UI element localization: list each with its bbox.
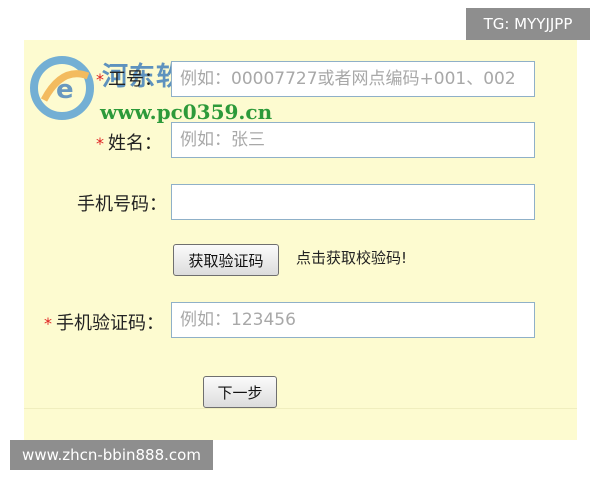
- required-mark: *: [44, 314, 52, 333]
- get-code-hint: 点击获取校验码!: [296, 249, 408, 267]
- phone-label: 手机号码：: [77, 194, 167, 215]
- employee-id-input[interactable]: 例如：00007727或者网点编码+001、002: [171, 61, 535, 97]
- employee-id-label: * 工号：: [96, 68, 162, 92]
- top-right-tag: TG: MYYJJPP: [466, 8, 590, 40]
- name-label-text: 姓名：: [108, 133, 162, 154]
- svg-text:e: e: [56, 75, 74, 105]
- next-button[interactable]: 下一步: [203, 376, 277, 408]
- phone-input[interactable]: [171, 184, 535, 220]
- bottom-left-tag: www.zhcn-bbin888.com: [10, 440, 213, 470]
- employee-id-label-text: 工号：: [108, 69, 162, 90]
- panel-divider: [24, 408, 577, 409]
- watermark-logo-icon: e: [30, 56, 94, 120]
- sms-code-label: * 手机验证码：: [44, 312, 164, 336]
- watermark-url: www.pc0359.cn: [100, 100, 273, 124]
- name-label: * 姓名：: [96, 132, 162, 156]
- required-mark: *: [96, 70, 104, 89]
- sms-code-input[interactable]: 例如：123456: [171, 302, 535, 338]
- sms-code-label-text: 手机验证码：: [56, 313, 164, 334]
- get-code-button[interactable]: 获取验证码: [173, 244, 279, 276]
- name-input[interactable]: 例如：张三: [171, 122, 535, 158]
- required-mark: *: [96, 134, 104, 153]
